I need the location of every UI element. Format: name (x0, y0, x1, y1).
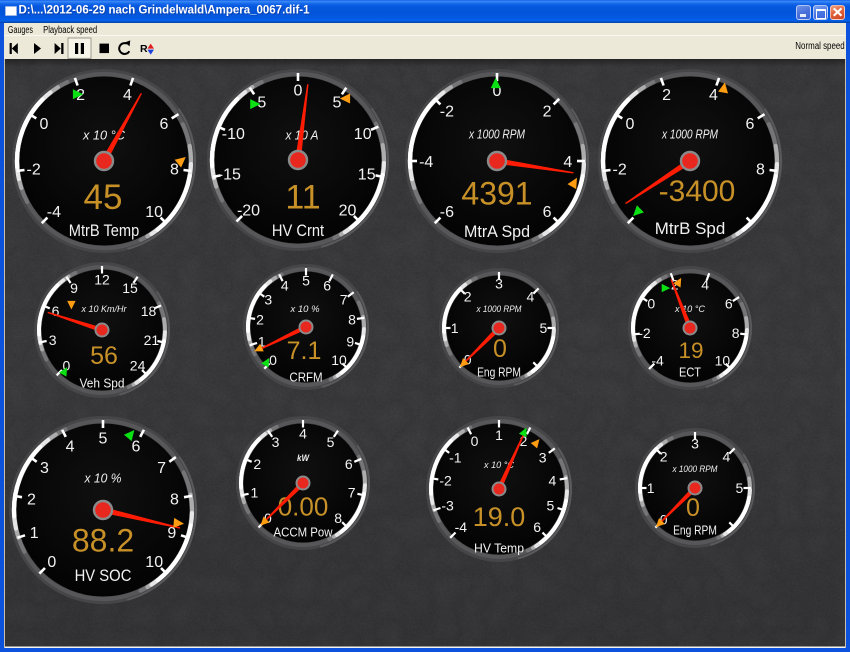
svg-text:R: R (140, 43, 148, 55)
svg-text:Normal speed: Normal speed (795, 41, 844, 52)
